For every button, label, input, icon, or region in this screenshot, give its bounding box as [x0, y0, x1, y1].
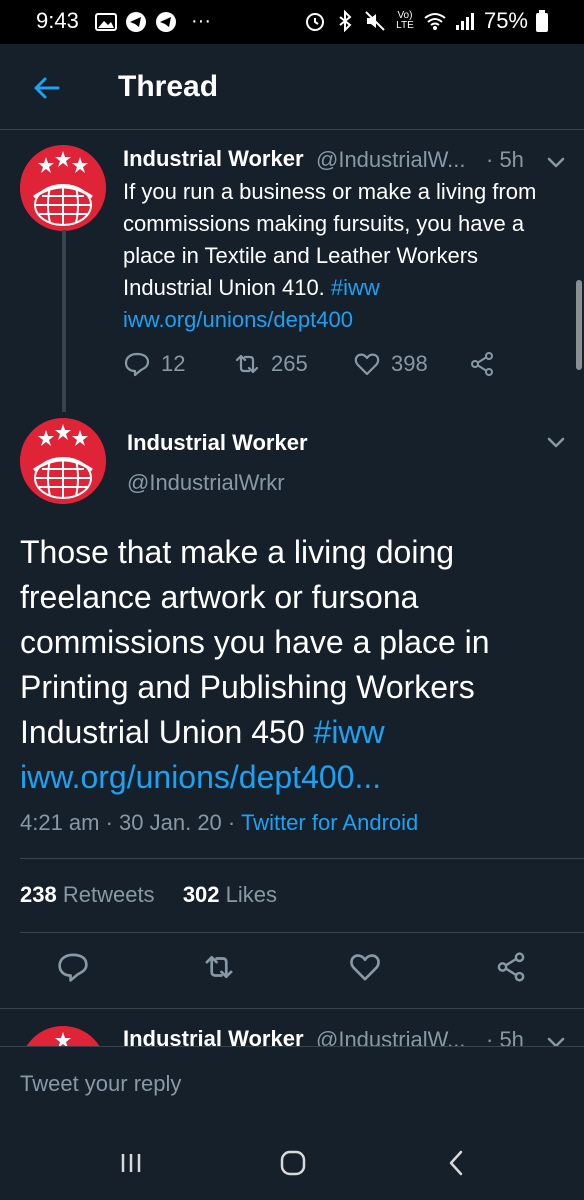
reply-button[interactable]: 12 — [123, 350, 185, 378]
heart-icon — [354, 353, 380, 376]
retweet-total: 238 — [20, 882, 57, 907]
tweet-datetime: 4:21 am · 30 Jan. 20 · — [20, 810, 241, 835]
hashtag-link[interactable]: #iww — [331, 275, 380, 300]
reply-icon — [124, 352, 150, 377]
telegram-icon — [156, 11, 176, 32]
divider — [20, 932, 584, 933]
avatar[interactable] — [20, 145, 106, 231]
chevron-down-icon[interactable] — [544, 150, 568, 174]
tweet-stats: 238 Retweets 302 Likes — [20, 882, 277, 908]
scrollbar[interactable] — [576, 280, 582, 370]
notification-icons: ··· — [95, 10, 211, 33]
iww-logo-icon — [26, 1026, 100, 1046]
retweets-label: Retweets — [62, 882, 155, 907]
url-link[interactable]: iww.org/unions/dept400... — [20, 759, 381, 795]
volte-icon: Vo) LTE — [396, 10, 414, 31]
telegram-icon — [126, 11, 146, 32]
more-notifications-icon: ··· — [191, 10, 211, 32]
tweet-time: · 5h — [486, 1027, 524, 1046]
back-arrow-icon[interactable] — [24, 66, 68, 110]
reply-count: 12 — [161, 351, 186, 376]
retweet-button[interactable]: 265 — [233, 350, 308, 378]
thread-connector-line — [62, 230, 66, 412]
avatar[interactable] — [20, 418, 106, 504]
app-header: Thread — [0, 44, 584, 130]
reply-bar — [0, 1046, 584, 1126]
url-link[interactable]: iww.org/unions/dept400 — [123, 307, 353, 332]
divider — [20, 858, 584, 859]
gallery-icon — [95, 12, 117, 31]
share-icon — [471, 352, 493, 376]
hashtag-link[interactable]: #iww — [314, 714, 385, 750]
home-icon[interactable] — [276, 1146, 310, 1180]
status-time: 9:43 — [36, 8, 79, 33]
avatar[interactable] — [20, 1026, 106, 1046]
next-tweet[interactable]: Industrial Worker @IndustrialW... · 5h — [0, 1008, 584, 1046]
recent-apps-icon[interactable] — [114, 1146, 148, 1180]
heart-icon[interactable] — [348, 950, 382, 984]
wifi-icon — [424, 13, 446, 30]
chevron-down-icon[interactable] — [544, 1030, 568, 1046]
tweet-text: If you run a business or make a living f… — [123, 176, 553, 336]
like-count: 398 — [391, 351, 428, 376]
iww-logo-icon — [20, 418, 106, 504]
alarm-icon — [305, 13, 324, 31]
author-handle[interactable]: @IndustrialWrkr — [127, 470, 285, 496]
tweet-body: Those that make a living doing freelance… — [20, 534, 490, 750]
signal-icon — [455, 13, 474, 30]
source-link[interactable]: Twitter for Android — [241, 810, 418, 835]
author-name[interactable]: Industrial Worker — [123, 1026, 304, 1046]
system-nav-bar — [0, 1126, 584, 1200]
retweet-icon[interactable] — [202, 950, 236, 984]
mute-icon — [365, 11, 385, 31]
tweet-text: Those that make a living doing freelance… — [20, 530, 568, 800]
retweet-icon — [235, 354, 259, 374]
tweet-time: · 5h — [486, 147, 524, 172]
chevron-down-icon[interactable] — [544, 430, 568, 454]
author-name[interactable]: Industrial Worker — [127, 430, 308, 456]
page-title: Thread — [118, 70, 219, 103]
tweet-body: If you run a business or make a living f… — [123, 179, 537, 300]
focused-tweet-actions — [0, 950, 584, 990]
like-total: 302 — [182, 882, 220, 907]
share-icon[interactable] — [494, 950, 528, 984]
like-button[interactable]: 398 — [353, 350, 428, 378]
retweet-count: 265 — [271, 351, 308, 376]
iww-logo-icon — [20, 145, 106, 231]
author-handle[interactable]: @IndustrialW... — [316, 147, 466, 173]
author-name[interactable]: Industrial Worker — [123, 146, 304, 172]
system-icons: Vo) LTE 75% — [304, 8, 548, 34]
reply-input[interactable] — [20, 1071, 560, 1097]
bluetooth-icon — [339, 10, 352, 32]
tweet-metadata: 4:21 am · 30 Jan. 20 · Twitter for Andro… — [20, 810, 418, 836]
status-bar: 9:43 ··· Vo) LTE 75% — [0, 0, 584, 44]
likes-label: Likes — [225, 882, 278, 907]
back-nav-icon[interactable] — [440, 1146, 474, 1180]
share-button[interactable] — [468, 350, 496, 378]
retweets-stat[interactable]: 238 Retweets — [20, 882, 155, 907]
battery-percentage: 75% — [483, 8, 528, 33]
likes-stat[interactable]: 302 Likes — [183, 882, 277, 907]
reply-icon[interactable] — [56, 950, 90, 984]
author-handle[interactable]: @IndustrialW... — [316, 1027, 466, 1046]
battery-icon — [536, 10, 548, 32]
